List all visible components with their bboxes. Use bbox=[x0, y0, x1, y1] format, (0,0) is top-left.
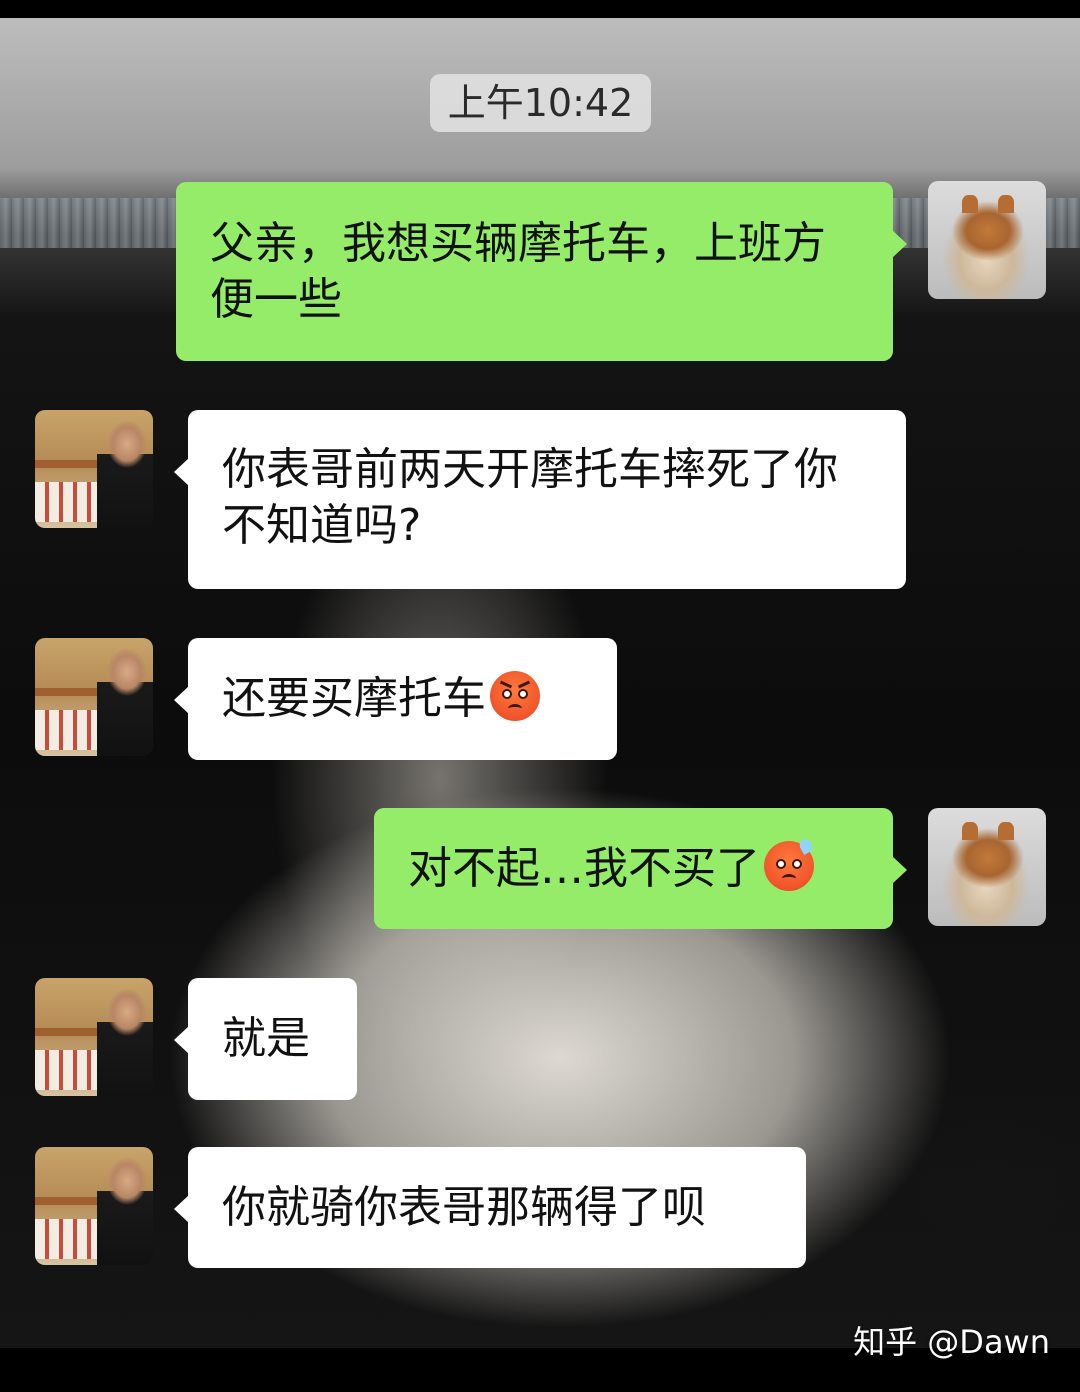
message-bubble-outgoing[interactable]: 父亲，我想买辆摩托车，上班方便一些 bbox=[176, 182, 907, 361]
message-bubble-outgoing[interactable]: 对不起…我不买了 bbox=[374, 808, 907, 929]
contact-avatar[interactable] bbox=[35, 638, 153, 756]
watermark-site: 知乎 bbox=[853, 1323, 918, 1361]
message-bubble-incoming[interactable]: 就是 bbox=[174, 978, 357, 1100]
my-avatar[interactable] bbox=[928, 808, 1046, 926]
my-avatar[interactable] bbox=[928, 181, 1046, 299]
message-timestamp: 上午10:42 bbox=[430, 74, 651, 132]
watermark-user: @Dawn bbox=[927, 1323, 1050, 1361]
message-bubble-incoming[interactable]: 还要买摩托车 bbox=[174, 638, 617, 760]
contact-avatar[interactable] bbox=[35, 1147, 153, 1265]
contact-avatar[interactable] bbox=[35, 410, 153, 528]
message-bubble-incoming[interactable]: 你就骑你表哥那辆得了呗 bbox=[174, 1147, 806, 1268]
message-text: 父亲，我想买辆摩托车，上班方便一些 bbox=[210, 218, 826, 325]
message-text: 你就骑你表哥那辆得了呗 bbox=[222, 1182, 706, 1233]
contact-avatar[interactable] bbox=[35, 978, 153, 1096]
watermark: 知乎 @Dawn bbox=[853, 1322, 1050, 1362]
message-bubble-incoming[interactable]: 你表哥前两天开摩托车摔死了你不知道吗? bbox=[174, 410, 906, 589]
message-text: 还要买摩托车 bbox=[222, 673, 486, 724]
sweat-face-emoji bbox=[764, 836, 815, 891]
message-text: 就是 bbox=[222, 1013, 310, 1064]
message-text: 你表哥前两天开摩托车摔死了你不知道吗? bbox=[222, 444, 838, 551]
message-text: 对不起…我不买了 bbox=[408, 843, 760, 894]
angry-face-emoji bbox=[490, 671, 540, 721]
chat-screen: 上午10:42 父亲，我想买辆摩托车，上班方便一些 你表哥前两天开摩托车摔死了你… bbox=[0, 18, 1080, 1348]
